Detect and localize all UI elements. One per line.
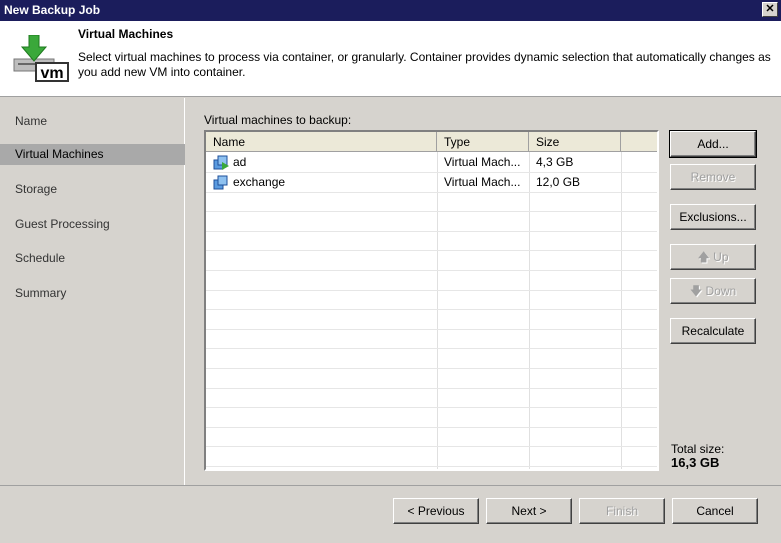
row-divider	[206, 368, 657, 369]
step-summary[interactable]: Summary	[0, 283, 185, 304]
vm-size: 12,0 GB	[536, 175, 581, 189]
row-divider	[206, 466, 657, 467]
row-divider	[206, 426, 657, 428]
svg-text:vm: vm	[40, 65, 63, 82]
step-name[interactable]: Name	[0, 111, 185, 132]
vm-type: Virtual Mach...	[444, 155, 521, 169]
row-divider	[206, 407, 657, 409]
vm-name: ad	[233, 155, 247, 170]
vm-size: 4,3 GB	[536, 155, 574, 169]
previous-button[interactable]: < Previous	[393, 498, 479, 524]
header: vm Virtual Machines Select virtual machi…	[0, 21, 781, 97]
table-row[interactable]: exchange	[206, 173, 292, 192]
total-size-value: 16,3 GB	[671, 455, 720, 470]
vm-name: exchange	[233, 175, 286, 190]
finish-button[interactable]: Finish	[579, 498, 665, 524]
step-guest-processing[interactable]: Guest Processing	[0, 214, 185, 235]
row-divider	[206, 250, 657, 252]
column-header-name[interactable]: Name	[206, 132, 437, 152]
up-button[interactable]: 🡅 Up	[670, 244, 756, 270]
close-button[interactable]: ✕	[762, 2, 778, 17]
exclusions-button[interactable]: Exclusions...	[670, 204, 756, 230]
header-description: Select virtual machines to process via c…	[78, 50, 771, 79]
arrow-up-icon: 🡅	[697, 250, 714, 264]
next-button[interactable]: Next >	[486, 498, 572, 524]
column-header-blank	[621, 132, 657, 152]
wizard-steps: Name Virtual Machines Storage Guest Proc…	[0, 98, 185, 485]
step-storage[interactable]: Storage	[0, 179, 185, 200]
recalculate-button[interactable]: Recalculate	[670, 318, 756, 344]
row-divider	[206, 446, 657, 448]
down-button[interactable]: 🡇 Down	[670, 278, 756, 304]
step-virtual-machines[interactable]: Virtual Machines	[0, 144, 185, 165]
total-size-label: Total size:	[671, 442, 725, 456]
down-label: Down	[705, 284, 737, 298]
row-divider	[206, 309, 657, 311]
row-divider	[206, 230, 657, 232]
window-title: New Backup Job	[4, 3, 101, 17]
list-label: Virtual machines to backup:	[204, 113, 352, 127]
column-divider	[437, 152, 438, 469]
vm-icon	[213, 175, 228, 190]
row-divider	[206, 348, 657, 350]
header-title: Virtual Machines	[78, 27, 174, 41]
vm-running-icon	[213, 155, 229, 170]
add-button[interactable]: Add...	[669, 130, 757, 158]
table-row[interactable]: ad	[206, 153, 253, 172]
row-divider	[206, 172, 657, 173]
column-header-size[interactable]: Size	[529, 132, 621, 152]
row-divider	[206, 211, 657, 213]
title-bar: New Backup Job ✕	[0, 0, 781, 21]
row-divider	[206, 387, 657, 389]
column-header-type[interactable]: Type	[437, 132, 529, 152]
row-divider	[206, 270, 657, 271]
row-divider	[206, 328, 657, 330]
up-label: Up	[713, 250, 729, 264]
cancel-button[interactable]: Cancel	[672, 498, 758, 524]
total-size: Total size: 16,3 GB	[671, 442, 724, 470]
vm-table[interactable]: Name Type Size ad Virtual Mach... 4,3 GB…	[204, 130, 659, 471]
arrow-down-icon: 🡇	[689, 284, 706, 298]
footer: < Previous Next > Finish Cancel	[0, 485, 781, 543]
vm-download-icon: vm	[13, 35, 69, 82]
row-divider	[206, 289, 657, 291]
column-divider	[621, 152, 622, 469]
column-divider	[529, 152, 530, 469]
row-divider	[206, 191, 657, 193]
step-schedule[interactable]: Schedule	[0, 248, 185, 269]
vm-type: Virtual Mach...	[444, 175, 521, 189]
remove-button[interactable]: Remove	[670, 164, 756, 190]
